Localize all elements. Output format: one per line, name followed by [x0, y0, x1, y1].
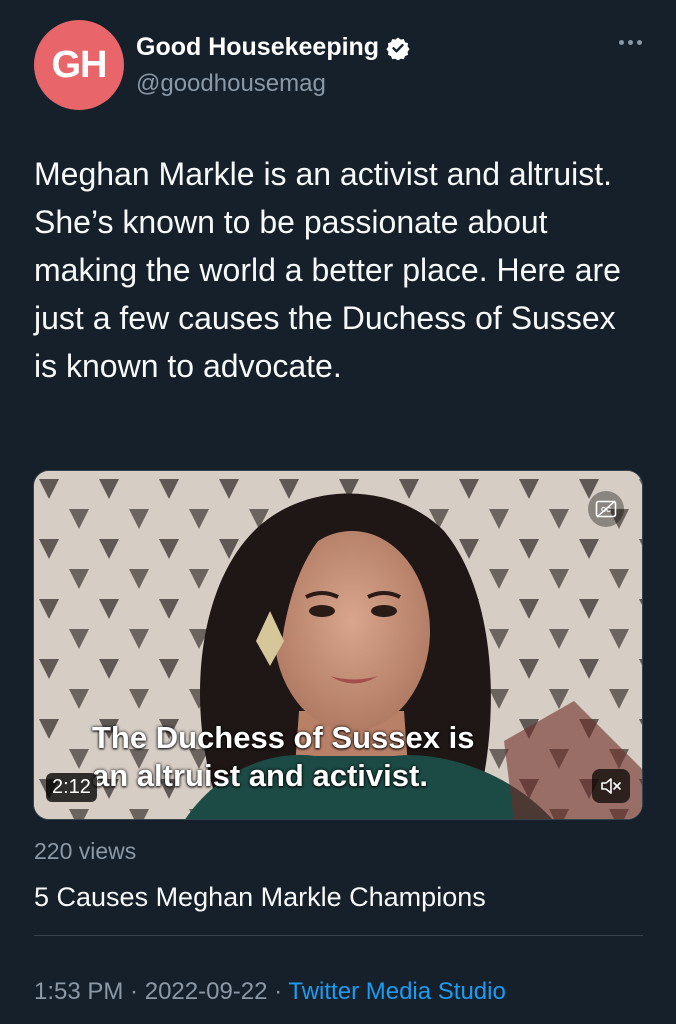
view-count: 220 views — [34, 838, 137, 864]
tweet: GH Good Housekeeping @goodhousemag Megha… — [0, 0, 676, 1024]
display-name[interactable]: Good Housekeeping — [136, 33, 379, 62]
divider — [34, 935, 643, 936]
tweet-time[interactable]: 1:53 PM — [34, 978, 123, 1005]
closed-captions-icon[interactable]: CC — [588, 491, 624, 527]
tweet-text: Meghan Markle is an activist and altruis… — [34, 156, 621, 384]
tweet-date[interactable]: 2022-09-22 — [145, 978, 268, 1005]
avatar[interactable]: GH — [34, 20, 124, 110]
speaker-muted-icon[interactable] — [592, 769, 630, 803]
user-handle[interactable]: @goodhousemag — [136, 70, 326, 98]
video-title[interactable]: 5 Causes Meghan Markle Champions — [34, 882, 486, 913]
video-duration: 2:12 — [46, 773, 97, 802]
more-options-icon[interactable] — [619, 40, 642, 45]
meta-separator: · — [123, 978, 145, 1005]
video-player[interactable]: CC The Duchess of Sussex is an altruist … — [33, 470, 643, 820]
meta-separator-2: · — [267, 978, 289, 1005]
caption-line-2: an altruist and activist. — [92, 758, 428, 793]
caption-line-1: The Duchess of Sussex is — [92, 720, 475, 755]
author-name-row[interactable]: Good Housekeeping — [136, 33, 410, 62]
tweet-source-link[interactable]: Twitter Media Studio — [288, 978, 505, 1005]
verified-badge-icon — [386, 37, 410, 60]
avatar-logo-text: GH — [51, 43, 108, 86]
video-caption: The Duchess of Sussex is an altruist and… — [92, 719, 572, 795]
tweet-metadata: 1:53 PM · 2022-09-22 · Twitter Media Stu… — [34, 978, 506, 1006]
